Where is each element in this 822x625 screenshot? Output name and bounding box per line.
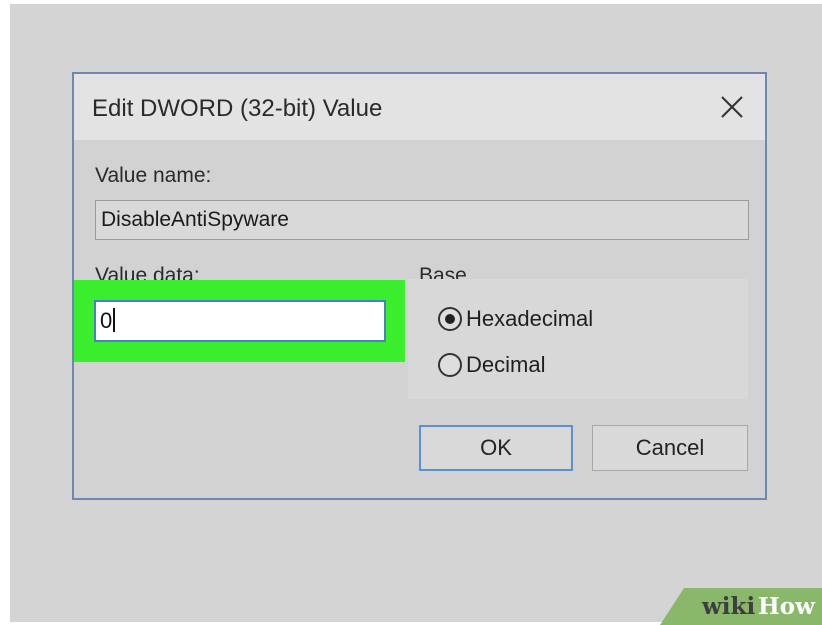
watermark-how: How	[758, 593, 815, 620]
radio-decimal[interactable]: Decimal	[438, 351, 545, 379]
cancel-button[interactable]: Cancel	[592, 425, 748, 471]
radio-decimal-label: Decimal	[466, 352, 546, 377]
radio-hexadecimal[interactable]: Hexadecimal	[438, 305, 593, 333]
value-data-input[interactable]: 0	[94, 300, 386, 342]
radio-hexadecimal-label: Hexadecimal	[466, 306, 594, 331]
base-group: Hexadecimal Decimal	[408, 279, 748, 399]
dialog-titlebar: Edit DWORD (32-bit) Value	[74, 74, 765, 140]
text-caret	[113, 308, 116, 332]
radio-unselected-icon	[438, 353, 462, 377]
value-name-label: Value name:	[95, 164, 212, 187]
dialog-title: Edit DWORD (32-bit) Value	[92, 95, 383, 122]
close-icon[interactable]	[713, 88, 751, 126]
wikihow-watermark: wiki How	[660, 588, 822, 625]
ok-button[interactable]: OK	[419, 425, 573, 471]
edit-dword-dialog: Edit DWORD (32-bit) Value Value name: Di…	[72, 72, 767, 500]
radio-selected-icon	[438, 307, 462, 331]
value-name-field: DisableAntiSpyware	[95, 200, 749, 240]
watermark-wiki: wiki	[702, 593, 756, 620]
value-data-text: 0	[100, 308, 113, 333]
